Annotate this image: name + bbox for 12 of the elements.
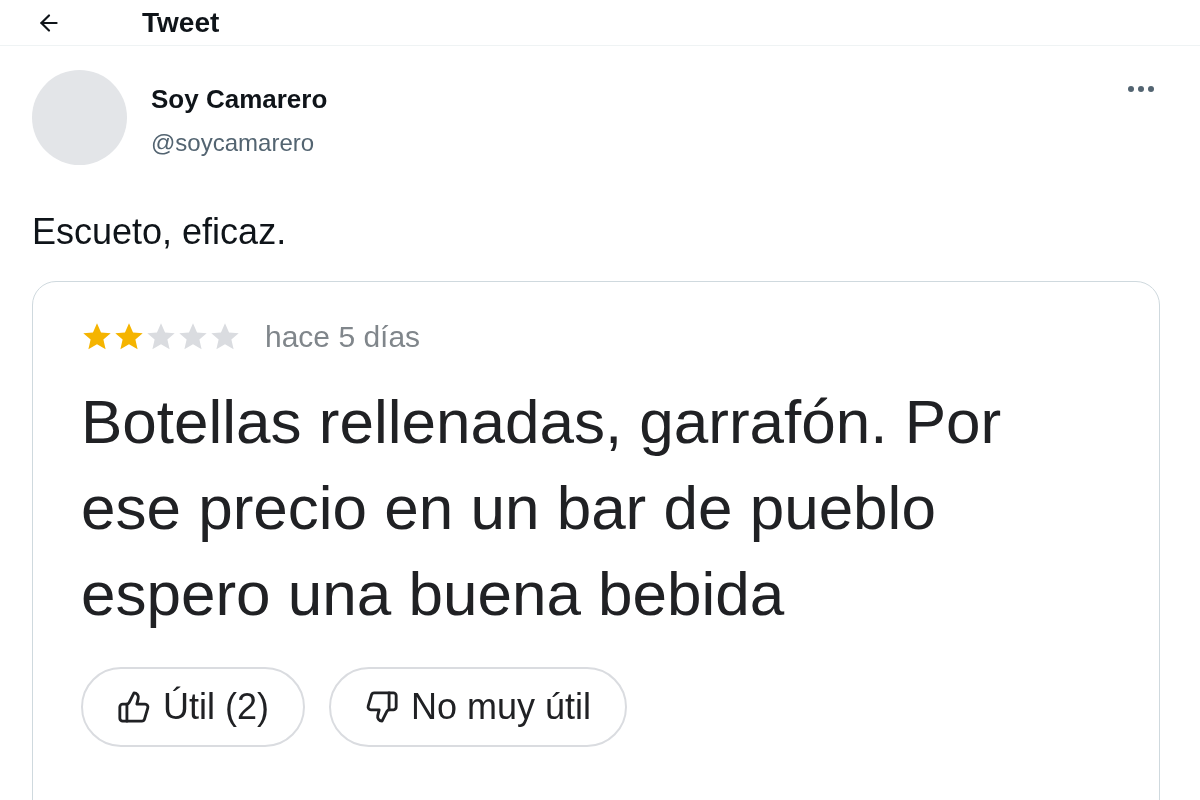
thumbs-up-icon — [117, 690, 151, 724]
page-title: Tweet — [142, 5, 220, 40]
thumbs-down-icon — [365, 690, 399, 724]
review-text: Botellas rellenadas, garrafón. Por ese precio en un bar de pueblo espero una buena bebida — [81, 386, 1003, 630]
helpful-button[interactable]: Útil (2) — [81, 667, 305, 747]
more-options-icon[interactable] — [1128, 86, 1154, 92]
review-time: hace 5 días — [265, 319, 421, 355]
author-handle[interactable]: @soycamarero — [151, 125, 328, 161]
quoted-review-card[interactable]: hace 5 días Botellas rellenadas, garrafón. Por ese precio en un bar de pueblo espero una buena bebida Útil (2) No muy útil — [32, 281, 1160, 800]
not-helpful-button[interactable]: No muy útil — [329, 667, 628, 747]
author-name[interactable]: Soy Camarero — [151, 80, 328, 119]
tweet-text: Escueto, eficaz. — [32, 210, 288, 254]
